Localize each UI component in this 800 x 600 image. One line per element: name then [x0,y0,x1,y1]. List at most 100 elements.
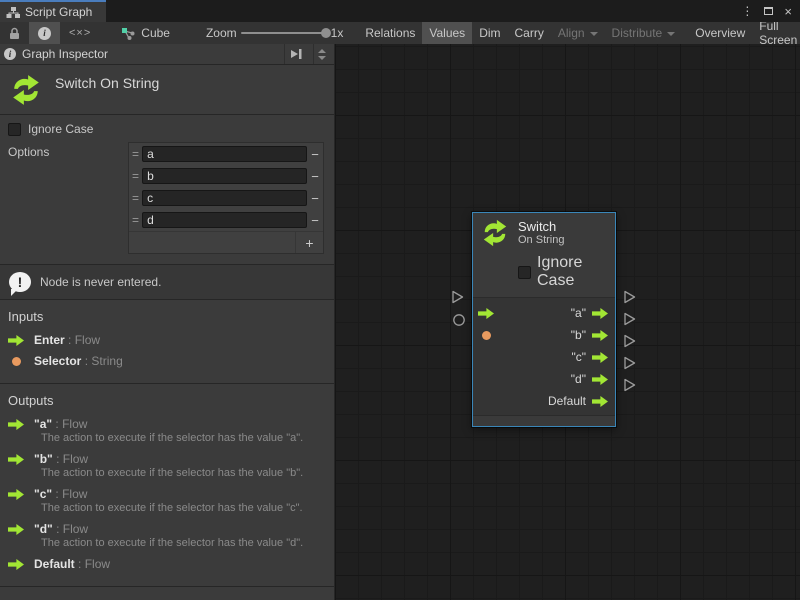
options-label: Options [8,142,128,254]
panel-stepper[interactable] [313,44,330,64]
option-input[interactable] [142,212,307,228]
zoom-slider-handle[interactable] [321,28,331,38]
unit-properties: Ignore Case Options = − = − [0,115,334,265]
drag-handle-icon[interactable]: = [129,191,142,205]
unit-title-block: Switch On String [0,65,334,115]
distribute-dropdown[interactable]: Distribute [605,22,683,44]
dock-icon [289,47,303,61]
port-label: "b" [571,328,586,342]
value-input-port[interactable] [482,331,491,340]
port-label: "c" [571,350,586,364]
switch-on-string-node[interactable]: Switch On String Ignore Case "a" [472,212,616,427]
port-row: "c" [473,346,615,368]
info-icon: i [38,27,51,40]
option-input[interactable] [142,168,307,184]
flow-output-port[interactable] [592,396,610,407]
edit-source-button[interactable]: <×> [60,22,100,44]
option-row: = − [129,187,323,209]
colon: : [55,417,58,431]
maximize-icon[interactable] [764,7,773,15]
flow-input-port[interactable] [478,308,496,319]
output-port-row: "a" : Flow [8,417,326,431]
input-port-row: Enter : Flow [8,333,326,347]
flow-connector-handle[interactable] [623,378,637,392]
port-name: "a" [34,417,52,431]
fullscreen-button[interactable]: Full Screen [752,22,800,44]
remove-option-button[interactable]: − [307,147,323,162]
zoom-slider[interactable] [241,32,327,34]
port-name: Selector [34,354,81,368]
port-label: Default [548,394,586,408]
warning-text: Node is never entered. [40,275,161,289]
port-label: "a" [571,306,586,320]
port-name: "c" [34,487,52,501]
flow-connector-handle[interactable] [623,312,637,326]
colon: : [78,557,81,571]
graph-canvas[interactable]: Switch On String Ignore Case "a" [335,44,800,600]
port-description: The action to execute if the selector ha… [41,432,326,444]
chevron-down-icon [590,32,598,36]
option-row: = − [129,209,323,231]
inspector-toggle-button[interactable]: i [29,22,60,44]
port-row: "a" [473,302,615,324]
lock-button[interactable] [0,22,29,44]
output-port-row: "b" : Flow [8,452,326,466]
info-icon: i [4,48,16,60]
dock-panel-button[interactable] [284,44,307,64]
drag-handle-icon[interactable]: = [129,147,142,161]
port-type: Flow [85,557,110,571]
value-connector-handle[interactable] [452,313,466,327]
add-option-button[interactable]: + [295,232,323,253]
close-icon[interactable]: × [784,5,792,18]
flow-output-port[interactable] [592,352,610,363]
flow-output-port[interactable] [592,330,610,341]
inputs-header: Inputs [8,309,326,324]
overview-button[interactable]: Overview [688,22,752,44]
graph-inspector-panel: i Graph Inspector Switch On String [0,44,335,600]
align-dropdown[interactable]: Align [551,22,605,44]
input-port-row: Selector : String [8,354,326,368]
distribute-label: Distribute [612,26,663,40]
flow-port-icon [8,454,25,465]
option-input[interactable] [142,190,307,206]
colon: : [85,354,88,368]
ignore-case-checkbox[interactable] [8,123,21,136]
port-row: "b" [473,324,615,346]
relations-button[interactable]: Relations [358,22,422,44]
option-input[interactable] [142,146,307,162]
drag-handle-icon[interactable]: = [129,169,142,183]
dim-button[interactable]: Dim [472,22,507,44]
flow-connector-handle[interactable] [451,290,465,304]
values-button[interactable]: Values [422,22,472,44]
flow-output-port[interactable] [592,308,610,319]
remove-option-button[interactable]: − [307,191,323,206]
graph-toolbar: i <×> Cube Zoom 1x Relations Values [0,22,800,44]
tab-script-graph[interactable]: Script Graph [0,0,106,22]
outputs-section: Outputs "a" : Flow The action to execute… [0,384,334,587]
zoom-label: Zoom [206,26,237,40]
output-port-row: "d" : Flow [8,522,326,536]
port-type: String [91,354,122,368]
chevron-down-icon [318,56,326,60]
remove-option-button[interactable]: − [307,213,323,228]
port-type: Flow [62,417,87,431]
flow-connector-handle[interactable] [623,334,637,348]
flow-output-port[interactable] [592,374,610,385]
code-icon: <×> [69,27,91,39]
remove-option-button[interactable]: − [307,169,323,184]
flow-connector-handle[interactable] [623,290,637,304]
carry-button[interactable]: Carry [508,22,551,44]
port-name: Default [34,557,75,571]
ignore-case-checkbox[interactable] [518,266,531,279]
node-footer [473,415,615,426]
drag-handle-icon[interactable]: = [129,213,142,227]
graph-reference-button[interactable]: Cube [114,22,177,44]
window-menu-icon[interactable]: ⋮ [741,5,753,17]
port-row: "d" [473,368,615,390]
colon: : [55,487,58,501]
graph-name-label: Cube [141,26,170,40]
node-header[interactable]: Switch On String Ignore Case [473,213,615,290]
window-controls: ⋮ × [741,0,792,22]
unity-script-graph-window: Script Graph ⋮ × i <×> [0,0,800,600]
flow-connector-handle[interactable] [623,356,637,370]
